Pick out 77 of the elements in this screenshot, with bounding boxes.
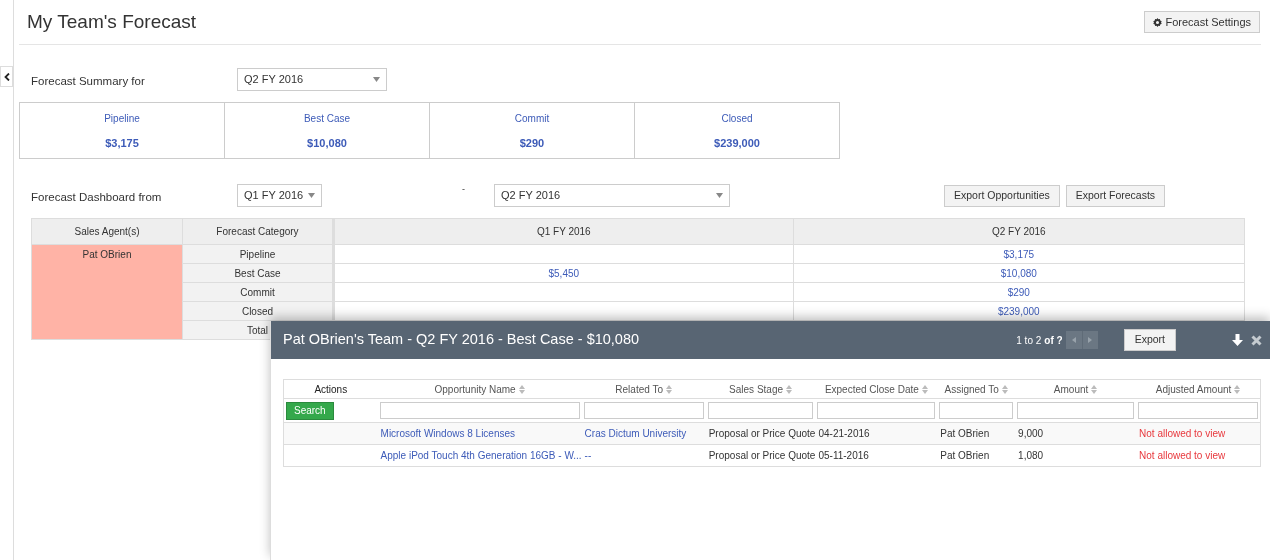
filter-field[interactable]	[707, 402, 814, 419]
dropdown-caret-icon	[373, 77, 380, 82]
amount: 1,080	[1018, 450, 1044, 461]
filter-field[interactable]	[1017, 402, 1135, 419]
column-header[interactable]: Sales Stage	[705, 379, 816, 399]
column-header: Q1 FY 2016	[333, 218, 794, 245]
column-header[interactable]: Opportunity Name	[377, 379, 582, 399]
sort-icon	[665, 385, 672, 395]
card-value: $290	[519, 136, 545, 151]
filter-field[interactable]	[379, 402, 580, 419]
sort-icon	[518, 385, 525, 395]
sort-icon	[786, 385, 793, 395]
chevron-left-icon	[1071, 337, 1076, 343]
export-button[interactable]: Export Forecasts	[1065, 184, 1166, 207]
close-date: 04-21-2016	[818, 428, 870, 439]
amount: 9,000	[1018, 428, 1044, 439]
range-separator: -	[462, 182, 466, 196]
assignee: Pat OBrien	[940, 428, 990, 439]
sort-icon	[921, 385, 928, 395]
amount-link[interactable]: $290	[1007, 286, 1030, 298]
column-header: Sales Agent(s)	[31, 218, 183, 245]
amount-link[interactable]: $5,450	[548, 267, 580, 279]
card-label: Commit	[514, 112, 550, 126]
page-title: My Team's Forecast	[27, 9, 197, 34]
sort-icon	[1234, 385, 1241, 395]
adjusted-amount: Not allowed to view	[1139, 450, 1226, 461]
amount-link[interactable]: $239,000	[997, 305, 1040, 317]
amount-link[interactable]: $10,080	[1000, 267, 1037, 279]
sort-icon	[1001, 385, 1008, 395]
adjusted-amount: Not allowed to view	[1139, 428, 1226, 439]
filter-field[interactable]	[939, 402, 1014, 419]
gear-icon	[1153, 17, 1163, 27]
card-label: Pipeline	[104, 112, 140, 126]
pager-total: of ?	[1044, 333, 1063, 348]
account-link[interactable]: --	[584, 450, 592, 461]
filter-field[interactable]	[817, 402, 936, 419]
chevron-left-icon	[3, 72, 10, 81]
close-icon[interactable]	[1251, 334, 1262, 346]
sales-stage: Proposal or Price Quote	[708, 450, 816, 461]
forecast-settings-button[interactable]: Forecast Settings	[1144, 11, 1260, 33]
account-link[interactable]: Cras Dictum University	[584, 428, 687, 439]
amount-link[interactable]: $3,175	[1003, 248, 1035, 260]
dropdown-caret-icon	[716, 193, 723, 198]
pager-range: 1 to 2	[1016, 333, 1042, 348]
chevron-right-icon	[1088, 337, 1093, 343]
opportunity-link[interactable]: Microsoft Windows 8 Licenses	[380, 428, 516, 439]
column-header[interactable]: Assigned To	[937, 379, 1016, 399]
sort-icon	[1091, 385, 1098, 395]
column-header[interactable]: Expected Close Date	[815, 379, 938, 399]
period-select[interactable]: Q1 FY 2016	[237, 184, 322, 207]
arrow-down-icon[interactable]	[1232, 334, 1243, 346]
card-value: $239,000	[714, 136, 760, 151]
card-label: Best Case	[303, 112, 351, 126]
column-header[interactable]: Related To	[581, 379, 706, 399]
period-select[interactable]: Q2 FY 2016	[494, 184, 730, 207]
column-header[interactable]: Adjusted Amount	[1136, 379, 1261, 399]
filter-field[interactable]	[583, 402, 704, 419]
dashboard-label: Forecast Dashboard from	[31, 189, 163, 205]
column-header[interactable]: Amount	[1015, 379, 1137, 399]
sales-stage: Proposal or Price Quote	[708, 428, 816, 439]
assignee: Pat OBrien	[940, 450, 990, 461]
previous-page-button[interactable]	[1065, 331, 1082, 349]
column-header: Actions	[283, 379, 378, 399]
card-value: $3,175	[105, 136, 139, 151]
agent-cell: Pat OBrien	[31, 244, 183, 340]
summary-label: Forecast Summary for	[31, 73, 146, 89]
card-value: $10,080	[307, 136, 347, 151]
export-button[interactable]: Export Opportunities	[944, 184, 1060, 207]
collapse-button[interactable]	[0, 66, 13, 87]
period-select[interactable]: Q2 FY 2016	[237, 68, 387, 91]
opportunity-link[interactable]: Apple iPod Touch 4th Generation 16GB - W...	[380, 450, 582, 461]
panel-export-button[interactable]: Export	[1123, 329, 1176, 351]
filter-field[interactable]	[1138, 402, 1258, 419]
close-date: 05-11-2016	[818, 450, 869, 461]
card-label: Closed	[721, 112, 753, 126]
column-header: Q2 FY 2016	[793, 218, 1245, 245]
dropdown-caret-icon	[308, 193, 315, 198]
